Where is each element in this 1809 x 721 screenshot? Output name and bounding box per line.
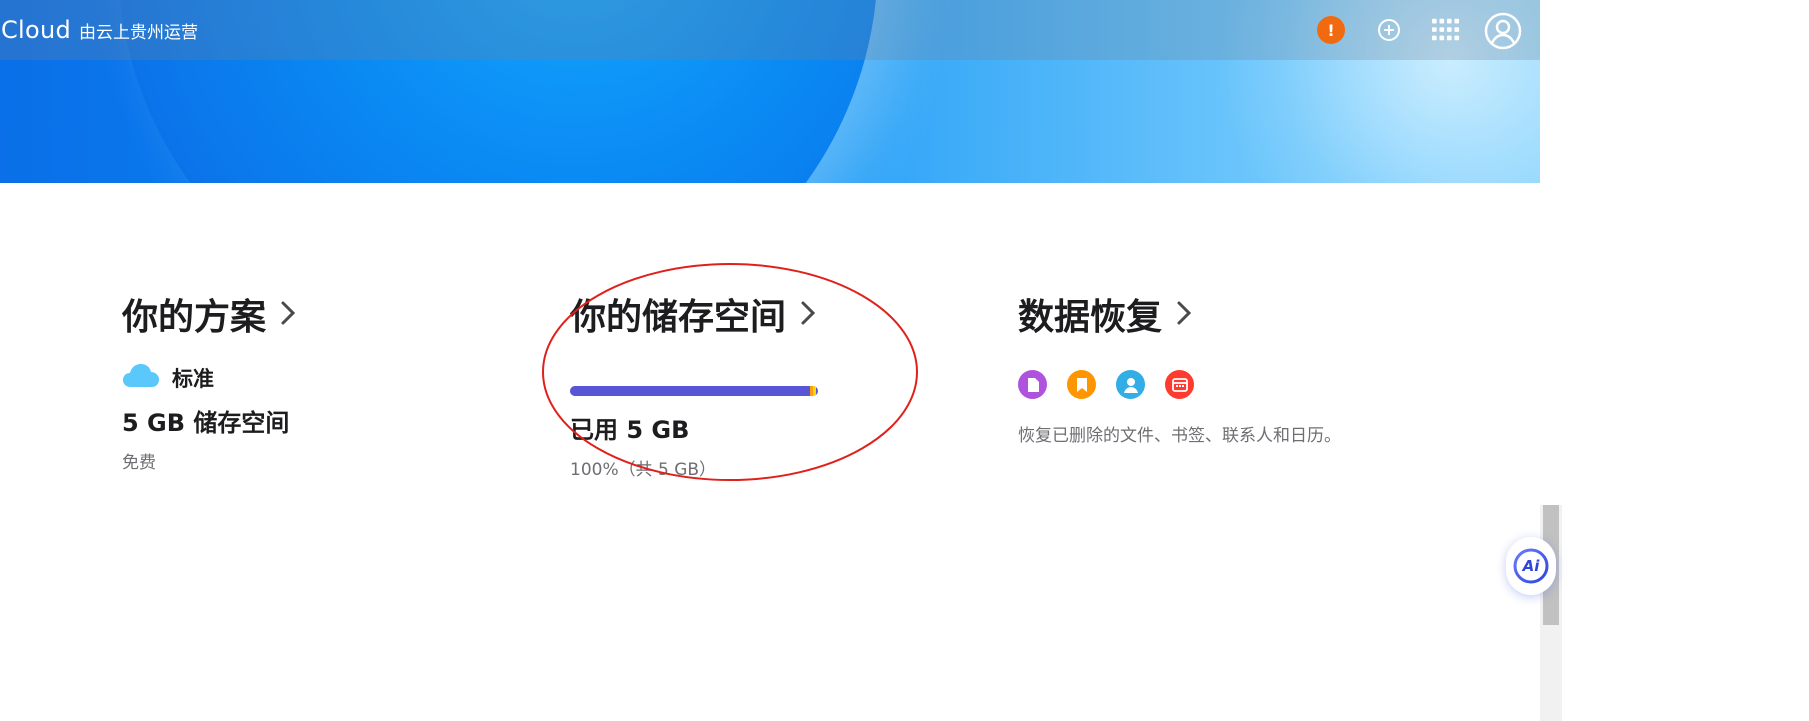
recovery-title-link[interactable]: 数据恢复 bbox=[1018, 288, 1398, 340]
recovery-title: 数据恢复 bbox=[1018, 297, 1163, 338]
recovery-icons bbox=[1018, 370, 1398, 399]
brand[interactable]: iCloud 由云上贵州运营 bbox=[0, 16, 198, 44]
plan-tier: 标准 bbox=[172, 366, 214, 391]
plan-price: 免费 bbox=[122, 453, 156, 473]
add-icon[interactable] bbox=[1375, 16, 1403, 44]
plan-tier-row: 标准 bbox=[122, 362, 502, 393]
alert-icon[interactable]: ! bbox=[1317, 16, 1345, 44]
brand-subtitle: 由云上贵州运营 bbox=[79, 23, 199, 43]
plan-card: 你的方案 标准 5 GB 储存空间 免费 bbox=[122, 288, 502, 473]
top-bar: iCloud 由云上贵州运营 ! bbox=[0, 0, 1540, 60]
bookmark-icon bbox=[1067, 370, 1096, 399]
recovery-description: 恢复已删除的文件、书签、联系人和日历。 bbox=[1018, 426, 1341, 446]
plan-title: 你的方案 bbox=[122, 297, 267, 338]
plan-title-link[interactable]: 你的方案 bbox=[122, 288, 502, 340]
ai-button-label: Ai bbox=[1522, 557, 1540, 575]
app-grid-icon[interactable] bbox=[1432, 16, 1460, 44]
scrollbar-upper bbox=[1540, 0, 1562, 505]
ai-assistant-button[interactable]: Ai bbox=[1506, 537, 1556, 595]
account-icon[interactable] bbox=[1484, 12, 1522, 50]
brand-name[interactable]: iCloud bbox=[0, 16, 71, 44]
annotation-ellipse bbox=[542, 263, 918, 481]
file-icon bbox=[1018, 370, 1047, 399]
chevron-right-icon bbox=[1176, 294, 1192, 335]
chevron-right-icon bbox=[280, 294, 296, 335]
calendar-icon bbox=[1165, 370, 1194, 399]
plan-storage: 5 GB 储存空间 bbox=[122, 409, 290, 437]
cloud-icon bbox=[122, 362, 160, 393]
alert-label: ! bbox=[1327, 20, 1335, 40]
recovery-card: 数据恢复 恢复已删除的文件、书签、联系人和日历。 bbox=[1018, 288, 1398, 446]
contact-icon bbox=[1116, 370, 1145, 399]
